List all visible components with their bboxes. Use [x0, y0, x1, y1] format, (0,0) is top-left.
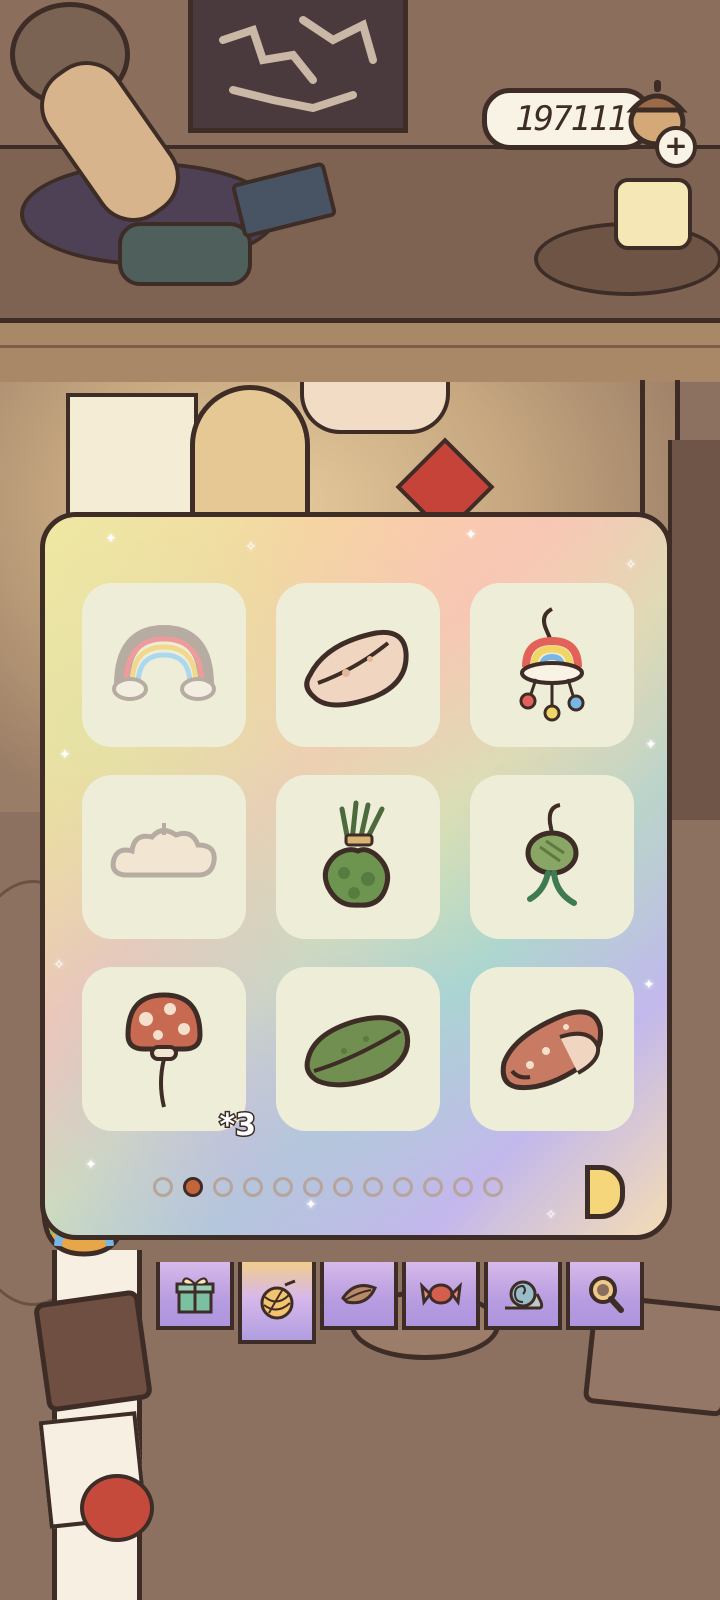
page-dot[interactable] — [273, 1177, 293, 1197]
mushroom-balloon-icon — [125, 992, 203, 1108]
tortilla-wrap-icon — [304, 629, 409, 708]
item-slot[interactable] — [470, 583, 634, 747]
green-charm-icon — [525, 803, 579, 906]
item-quantity: *3 — [218, 1107, 258, 1145]
sparkle-icon: ✦ — [59, 747, 71, 763]
wooden-beam — [0, 318, 720, 392]
tab-candy[interactable] — [402, 1262, 480, 1330]
cloud-lamp — [300, 382, 450, 434]
next-page-button[interactable] — [585, 1165, 625, 1219]
item-slot[interactable]: *3 — [82, 967, 257, 1145]
leather-journal — [32, 1289, 154, 1413]
item-slot[interactable] — [82, 583, 246, 747]
item-grid: *3 — [82, 583, 634, 1145]
rainbow-charm-icon — [519, 607, 585, 722]
sparkle-icon: ✧ — [53, 957, 65, 973]
page-dot[interactable] — [393, 1177, 413, 1197]
sparkle-icon: ✦ — [645, 737, 657, 753]
tab-gifts[interactable] — [156, 1262, 234, 1330]
magnifier-icon — [589, 1276, 624, 1313]
sparkle-icon: ✦ — [643, 977, 655, 993]
collection-panel: ✦ ✧ ✦ ✧ ✦ ✦ ✧ ✦ ✦ ✧ ✦ *3 — [40, 512, 672, 1240]
page-dot-current[interactable] — [183, 1177, 203, 1197]
pillow — [118, 222, 252, 286]
sparkle-icon: ✧ — [625, 557, 637, 573]
sparkle-icon: ✦ — [305, 1197, 317, 1213]
mug — [614, 178, 692, 250]
page-dot[interactable] — [453, 1177, 473, 1197]
apple — [80, 1474, 154, 1542]
item-slot[interactable] — [276, 775, 440, 939]
sparkle-icon: ✧ — [545, 1207, 557, 1223]
sparkle-icon: ✧ — [245, 539, 257, 555]
page-dot[interactable] — [153, 1177, 173, 1197]
currency-value: 197111 — [515, 99, 628, 139]
page-dot[interactable] — [483, 1177, 503, 1197]
category-tabs — [156, 1262, 644, 1344]
page-dot[interactable] — [333, 1177, 353, 1197]
curtain — [66, 393, 198, 531]
page-dot[interactable] — [423, 1177, 443, 1197]
page-dot[interactable] — [363, 1177, 383, 1197]
sausage-wrap-icon — [500, 1009, 604, 1091]
green-wrap-icon — [304, 1015, 410, 1088]
tab-search[interactable] — [566, 1262, 644, 1330]
tab-snail[interactable] — [484, 1262, 562, 1330]
sparkle-icon: ✦ — [85, 1157, 97, 1173]
bookshelf — [668, 440, 720, 820]
item-slot[interactable] — [276, 583, 440, 747]
yarn-icon — [260, 1279, 296, 1320]
cloud-icon — [110, 823, 217, 878]
add-currency-button[interactable]: + — [655, 126, 697, 168]
page-dot[interactable] — [303, 1177, 323, 1197]
page-dot[interactable] — [213, 1177, 233, 1197]
leaf-icon — [341, 1284, 378, 1305]
item-slot[interactable] — [470, 775, 634, 939]
item-slot[interactable] — [82, 775, 246, 939]
item-slot[interactable] — [470, 967, 634, 1131]
sparkle-icon: ✦ — [105, 531, 117, 547]
gift-icon — [175, 1277, 215, 1314]
sparkle-icon: ✦ — [465, 527, 477, 543]
tab-leaf[interactable] — [320, 1262, 398, 1330]
tab-yarn[interactable] — [238, 1262, 316, 1344]
item-slot[interactable] — [276, 967, 440, 1131]
page-indicator — [153, 1177, 503, 1197]
page-dot[interactable] — [243, 1177, 263, 1197]
candy-icon — [419, 1281, 463, 1306]
snail-icon — [505, 1280, 544, 1310]
rainbow-icon — [112, 624, 216, 701]
beam-groove — [0, 345, 720, 348]
constellation-tapestry — [188, 0, 408, 133]
herb-bundle-icon — [322, 800, 391, 908]
